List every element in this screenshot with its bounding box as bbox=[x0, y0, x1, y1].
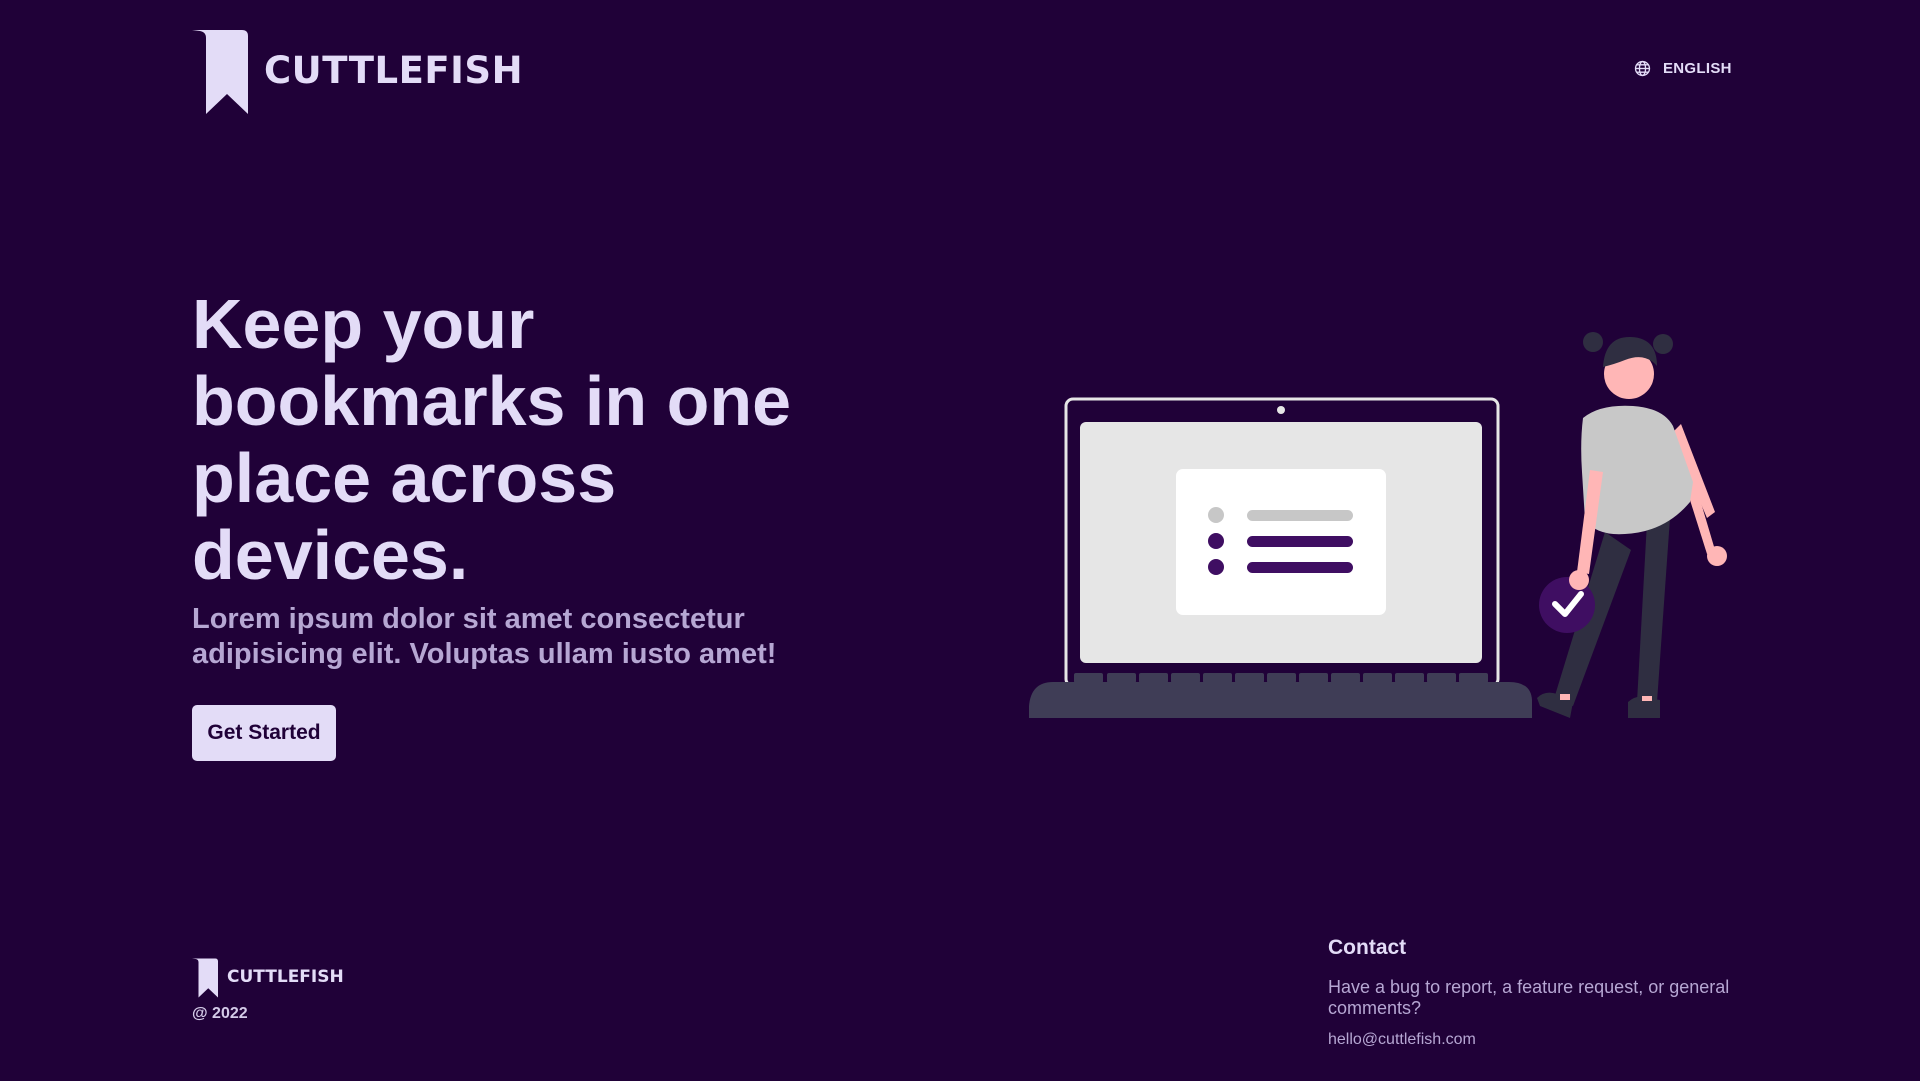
hero-subtitle: Lorem ipsum dolor sit amet consectetur a… bbox=[192, 603, 777, 670]
copyright: @ 2022 bbox=[192, 1005, 248, 1022]
get-started-button[interactable]: Get Started bbox=[192, 705, 336, 761]
hero-title: Keep your bookmarks in one place across … bbox=[192, 285, 792, 594]
laptop-illustration bbox=[1029, 397, 1532, 718]
brand-name: CUTTLEFISH bbox=[264, 48, 524, 92]
person-illustration bbox=[1537, 332, 1727, 718]
footer-bookmark-icon bbox=[192, 958, 218, 998]
brand-logo[interactable]: CUTTLEFISH bbox=[192, 30, 523, 114]
language-label: ENGLISH bbox=[1663, 60, 1732, 77]
contact-title: Contact bbox=[1328, 936, 1407, 959]
globe-icon bbox=[1634, 60, 1651, 77]
landing-page: CUTTLEFISH ENGLISH Keep your bookmarks i… bbox=[0, 0, 1920, 1081]
contact-email-link[interactable]: hello@cuttlefish.com bbox=[1328, 1031, 1476, 1049]
contact-text: Have a bug to report, a feature request,… bbox=[1328, 977, 1730, 1018]
footer-brand-name: CUTTLEFISH bbox=[227, 967, 344, 987]
bookmark-icon bbox=[192, 30, 248, 114]
hero-illustration bbox=[1029, 332, 1727, 718]
language-selector[interactable]: ENGLISH bbox=[1634, 60, 1732, 77]
footer-brand-logo[interactable]: CUTTLEFISH bbox=[192, 958, 344, 998]
